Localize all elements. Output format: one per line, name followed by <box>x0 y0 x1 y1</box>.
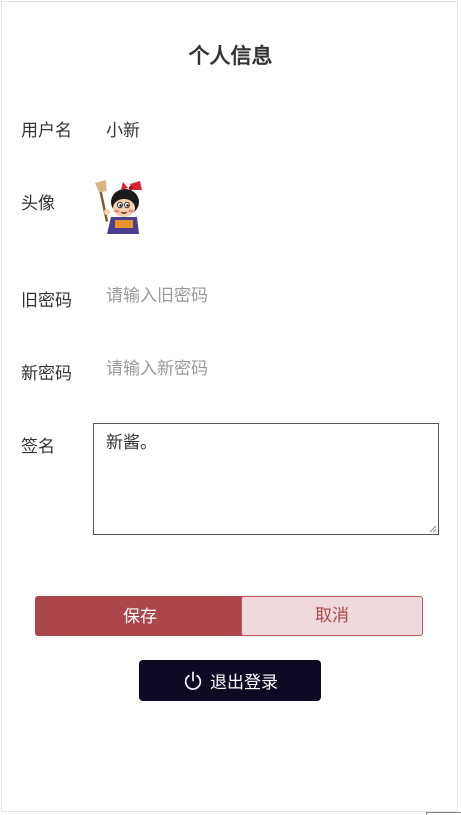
old-password-label: 旧密码 <box>21 291 72 311</box>
new-password-input[interactable] <box>96 353 456 385</box>
old-password-input[interactable] <box>96 280 456 312</box>
power-icon <box>184 670 202 690</box>
cartoon-avatar-icon[interactable] <box>93 180 147 234</box>
resize-grip-icon[interactable] <box>428 524 437 533</box>
save-button[interactable]: 保存 <box>35 596 245 636</box>
logout-label: 退出登录 <box>210 673 278 693</box>
new-password-label: 新密码 <box>21 364 72 384</box>
username-label: 用户名 <box>21 121 72 141</box>
logout-button[interactable]: 退出登录 <box>139 660 321 701</box>
cancel-button[interactable]: 取消 <box>241 596 423 636</box>
signature-label: 签名 <box>21 437 55 457</box>
signature-textarea[interactable]: 新酱。 <box>93 423 439 535</box>
avatar-label: 头像 <box>21 194 55 214</box>
page-title: 个人信息 <box>188 44 273 68</box>
username-value: 小新 <box>106 121 140 141</box>
